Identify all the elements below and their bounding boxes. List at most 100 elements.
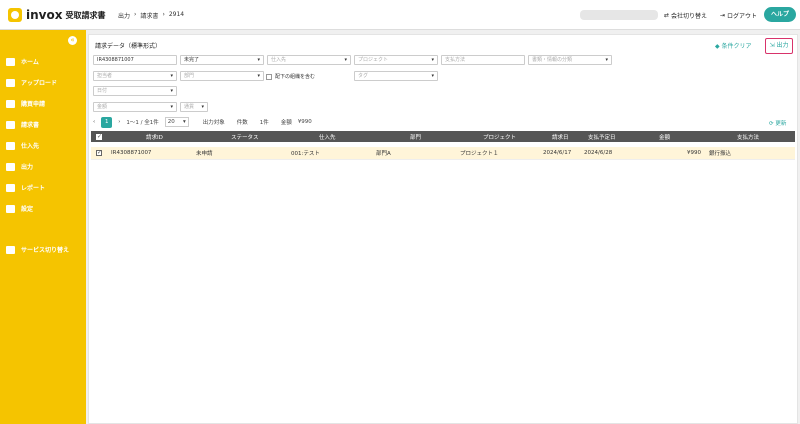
- count-value: 1件: [259, 120, 269, 126]
- top-bar: invox 受取請求書 出力 › 請求書 › 2914 ⇄ 会社切り替え ⇥ ロ…: [0, 0, 800, 30]
- check-icon: [96, 149, 102, 156]
- switch-company-icon: ⇄: [664, 12, 670, 19]
- table-header: 請求ID ステータス 仕入先 部門 プロジェクト 請求日 支払予定日 金額 支払…: [91, 131, 795, 142]
- sidebar-item-home[interactable]: ホーム: [6, 57, 39, 66]
- amount-label: 金額: [280, 120, 292, 126]
- export-label: 出力: [776, 42, 789, 49]
- sidebar-item-settings[interactable]: 設定: [6, 204, 33, 213]
- classification-placeholder: 書類・情報の分類: [532, 57, 573, 63]
- sidebar-item-invoice[interactable]: 請求書: [6, 120, 39, 129]
- logout-icon: ⇥: [720, 12, 726, 19]
- column-header-department[interactable]: 部門: [410, 131, 421, 142]
- tag-select[interactable]: タグ ▾: [354, 71, 438, 81]
- supplier-placeholder: 仕入先: [271, 57, 287, 63]
- chevron-down-icon: ▾: [605, 57, 608, 63]
- sidebar-item-label: ホーム: [21, 59, 39, 66]
- logo-subtitle: 受取請求書: [65, 10, 106, 20]
- switch-icon: [6, 245, 15, 254]
- pagination: ‹ 1 › 1〜1 / 全1件 20 ▾ 出力対象 件数 1件 金額 ¥990: [93, 116, 312, 128]
- amount-placeholder: 金額: [97, 104, 108, 110]
- cell-supplier: 001:テスト: [291, 151, 320, 157]
- page-1-button[interactable]: 1: [101, 116, 113, 128]
- include-sub-org-checkbox[interactable]: 配下の組織を含む: [266, 73, 315, 80]
- supplier-select[interactable]: 仕入先 ▾: [267, 55, 351, 65]
- chevron-down-icon: ▾: [170, 88, 173, 94]
- cell-department: 部門A: [376, 151, 391, 157]
- select-all-checkbox[interactable]: [96, 131, 102, 142]
- clear-filters-button[interactable]: ◆ 条件クリア: [715, 41, 752, 50]
- invoice-icon: [6, 120, 15, 129]
- breadcrumb-invoice[interactable]: 請求書: [140, 11, 158, 20]
- chevron-down-icon: ▾: [183, 119, 186, 125]
- export-icon: [6, 162, 15, 171]
- page-size-select[interactable]: 20 ▾: [164, 117, 189, 127]
- sidebar-item-label: 仕入先: [21, 143, 40, 150]
- breadcrumb-export[interactable]: 出力: [118, 11, 130, 20]
- page-range: 1〜1 / 全1件: [126, 120, 159, 126]
- chevron-down-icon: ▾: [257, 73, 260, 79]
- classification-select[interactable]: 書類・情報の分類 ▾: [528, 55, 612, 65]
- amount-value: ¥990: [297, 119, 312, 125]
- column-header-due-date[interactable]: 支払予定日: [588, 131, 616, 142]
- column-header-amount[interactable]: 金額: [659, 131, 670, 142]
- sidebar-item-export[interactable]: 出力: [6, 162, 33, 171]
- payment-method-input[interactable]: 支払方法: [441, 55, 525, 65]
- row-checkbox[interactable]: [96, 147, 102, 159]
- refresh-icon: ⟳: [769, 121, 774, 127]
- column-header-project[interactable]: プロジェクト: [483, 131, 516, 142]
- app-logo[interactable]: invox 受取請求書: [8, 8, 105, 22]
- invoice-id-input[interactable]: IR4308871007: [93, 55, 177, 65]
- chevron-down-icon: ▾: [170, 73, 173, 79]
- purchase-icon: [6, 99, 15, 108]
- checkbox[interactable]: [266, 73, 272, 80]
- switch-company-link[interactable]: ⇄ 会社切り替え: [664, 11, 707, 20]
- panel-title: 請求データ（標準形式）: [95, 43, 162, 50]
- amount-select[interactable]: 金額 ▾: [93, 102, 177, 112]
- upload-icon: [6, 78, 15, 87]
- sidebar-item-upload[interactable]: アップロード: [6, 78, 57, 87]
- switch-company-label: 会社切り替え: [671, 13, 708, 20]
- department-select[interactable]: 部門 ▾: [180, 71, 264, 81]
- table-row[interactable]: IR4308871007 未申請 001:テスト 部門A プロジェクト１ 202…: [91, 147, 795, 160]
- refresh-button[interactable]: ⟳ 更新: [769, 119, 786, 127]
- sidebar-item-purchase[interactable]: 購買申請: [6, 99, 45, 108]
- column-header-status[interactable]: ステータス: [231, 131, 259, 142]
- sidebar-item-switch-service[interactable]: サービス切り替え: [6, 245, 69, 254]
- sidebar-item-label: レポート: [21, 185, 46, 192]
- clear-filters-label: 条件クリア: [721, 43, 752, 50]
- column-header-payment-method[interactable]: 支払方法: [737, 131, 759, 142]
- prev-page-icon[interactable]: ‹: [93, 119, 95, 125]
- user-name-redacted: [580, 10, 658, 20]
- owner-placeholder: 担当者: [97, 73, 113, 79]
- target-label: 出力対象: [202, 120, 225, 126]
- project-placeholder: プロジェクト: [358, 57, 389, 63]
- cell-invoice-date: 2024/6/17: [543, 150, 572, 156]
- column-header-supplier[interactable]: 仕入先: [319, 131, 336, 142]
- chevron-down-icon: ▾: [344, 57, 347, 63]
- status-select[interactable]: 未完了 ▾: [180, 55, 264, 65]
- project-select[interactable]: プロジェクト ▾: [354, 55, 438, 65]
- supplier-icon: [6, 141, 15, 150]
- export-button[interactable]: ⇲ 出力: [765, 38, 793, 54]
- sidebar-item-supplier[interactable]: 仕入先: [6, 141, 39, 150]
- refresh-label: 更新: [775, 121, 787, 127]
- next-page-icon[interactable]: ›: [118, 119, 120, 125]
- currency-select[interactable]: 通貨 ▾: [180, 102, 208, 112]
- help-button[interactable]: ヘルプ: [764, 7, 796, 22]
- owner-select[interactable]: 担当者 ▾: [93, 71, 177, 81]
- logout-link[interactable]: ⇥ ログアウト: [720, 11, 757, 20]
- chevron-down-icon: ▾: [201, 104, 204, 110]
- cell-payment-method: 銀行振込: [709, 151, 732, 157]
- count-label: 件数: [236, 120, 248, 126]
- home-icon: [6, 57, 15, 66]
- cell-amount: ¥990: [687, 150, 701, 156]
- breadcrumb-separator: ›: [134, 11, 137, 18]
- column-header-invoice-id[interactable]: 請求ID: [146, 131, 163, 142]
- date-select[interactable]: 日付 ▾: [93, 86, 177, 96]
- column-header-invoice-date[interactable]: 請求日: [552, 131, 569, 142]
- cell-invoice-id[interactable]: IR4308871007: [111, 147, 151, 159]
- chevron-down-icon: ▾: [257, 57, 260, 63]
- sidebar-item-report[interactable]: レポート: [6, 183, 45, 192]
- collapse-sidebar-icon[interactable]: «: [68, 36, 77, 45]
- sidebar-item-label: 購買申請: [21, 101, 46, 108]
